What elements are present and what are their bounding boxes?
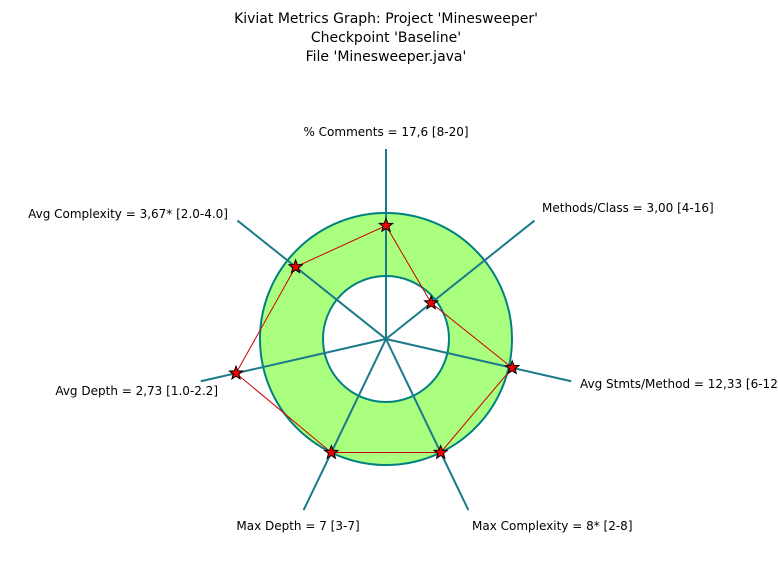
axis-label: Max Depth = 7 [3-7] — [236, 519, 359, 533]
axis-label: Avg Stmts/Method = 12,33 [6-12] — [580, 377, 778, 391]
axis-label: % Comments = 17,6 [8-20] — [303, 125, 468, 139]
chart-title-line-2: Checkpoint 'Baseline' — [311, 30, 461, 46]
axis-label: Avg Complexity = 3,67* [2.0-4.0] — [28, 207, 228, 221]
axis-label: Avg Depth = 2,73 [1.0-2.2] — [55, 384, 218, 398]
kiviat-chart: Kiviat Metrics Graph: Project 'Minesweep… — [28, 11, 778, 533]
chart-title-line-1: Kiviat Metrics Graph: Project 'Minesweep… — [234, 11, 538, 27]
axis-label: Methods/Class = 3,00 [4-16] — [542, 201, 714, 215]
chart-title-line-3: File 'Minesweeper.java' — [306, 49, 467, 65]
axis-label: Max Complexity = 8* [2-8] — [472, 519, 633, 533]
